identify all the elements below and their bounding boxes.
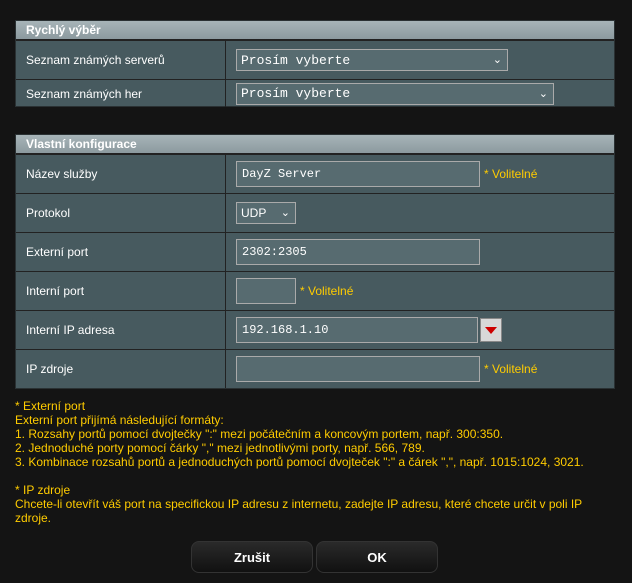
note-ext-line4: 3. Kombinace rozsahů portů a jednoduchýc… xyxy=(15,455,584,469)
note-ip-line1: Chcete-li otevřít váš port na specificko… xyxy=(15,497,582,525)
custom-config-panel: Vlastní konfigurace Název služby DayZ Se… xyxy=(15,134,615,389)
game-list-cell: Prosím vyberte ⌄ xyxy=(226,80,614,107)
source-ip-input[interactable] xyxy=(236,356,480,382)
internal-ip-dropdown-button[interactable] xyxy=(480,318,502,342)
source-ip-row: IP zdroje * Volitelné xyxy=(16,349,614,388)
service-name-hint: * Volitelné xyxy=(484,167,538,181)
cancel-button[interactable]: Zrušit xyxy=(191,541,313,573)
quick-select-panel: Rychlý výběr Seznam známých serverů Pros… xyxy=(15,20,615,107)
service-name-label: Název služby xyxy=(16,155,226,193)
server-list-value: Prosím vyberte xyxy=(241,52,351,68)
service-name-cell: DayZ Server * Volitelné xyxy=(226,155,614,193)
internal-ip-input[interactable]: 192.168.1.10 xyxy=(236,317,478,343)
chevron-down-icon: ⌄ xyxy=(280,206,290,219)
internal-port-hint: * Volitelné xyxy=(300,284,354,298)
internal-port-row: Interní port * Volitelné xyxy=(16,271,614,310)
external-port-row: Externí port 2302:2305 xyxy=(16,232,614,271)
chevron-down-icon: ⌄ xyxy=(538,86,548,100)
internal-ip-label: Interní IP adresa xyxy=(16,311,226,349)
server-list-select[interactable]: Prosím vyberte ⌄ xyxy=(236,49,508,71)
server-list-row: Seznam známých serverů Prosím vyberte ⌄ xyxy=(16,40,614,79)
internal-ip-row: Interní IP adresa 192.168.1.10 xyxy=(16,310,614,349)
quick-select-title: Rychlý výběr xyxy=(16,21,614,40)
note-spacer xyxy=(15,469,615,483)
external-port-label: Externí port xyxy=(16,233,226,271)
triangle-down-icon xyxy=(485,326,497,334)
help-notes: * Externí port Externí port přijímá násl… xyxy=(15,399,615,525)
protocol-label: Protokol xyxy=(16,194,226,232)
external-port-input[interactable]: 2302:2305 xyxy=(236,239,480,265)
internal-ip-cell: 192.168.1.10 xyxy=(226,311,614,349)
source-ip-cell: * Volitelné xyxy=(226,350,614,388)
protocol-select[interactable]: UDP ⌄ xyxy=(236,202,296,224)
custom-config-title: Vlastní konfigurace xyxy=(16,135,614,154)
game-list-row: Seznam známých her Prosím vyberte ⌄ xyxy=(16,79,614,107)
protocol-cell: UDP ⌄ xyxy=(226,194,614,232)
ok-button[interactable]: OK xyxy=(316,541,438,573)
note-ext-line2: 1. Rozsahy portů pomocí dvojtečky ":" me… xyxy=(15,427,504,441)
internal-port-input[interactable] xyxy=(236,278,296,304)
protocol-value: UDP xyxy=(241,206,267,220)
source-ip-label: IP zdroje xyxy=(16,350,226,388)
game-list-select[interactable]: Prosím vyberte ⌄ xyxy=(236,82,554,105)
internal-port-cell: * Volitelné xyxy=(226,272,614,310)
note-ext-line1: Externí port přijímá následující formáty… xyxy=(15,413,224,427)
game-list-value: Prosím vyberte xyxy=(241,86,351,101)
protocol-row: Protokol UDP ⌄ xyxy=(16,193,614,232)
server-list-label: Seznam známých serverů xyxy=(16,41,226,79)
internal-port-label: Interní port xyxy=(16,272,226,310)
server-list-cell: Prosím vyberte ⌄ xyxy=(226,41,614,79)
source-ip-hint: * Volitelné xyxy=(484,362,538,376)
service-name-row: Název služby DayZ Server * Volitelné xyxy=(16,154,614,193)
note-ip-title: * IP zdroje xyxy=(15,483,71,497)
game-list-label: Seznam známých her xyxy=(16,80,226,107)
external-port-cell: 2302:2305 xyxy=(226,233,614,271)
note-ext-line3: 2. Jednoduché porty pomocí čárky "," mez… xyxy=(15,441,425,455)
note-ext-title: * Externí port xyxy=(15,399,86,413)
service-name-input[interactable]: DayZ Server xyxy=(236,161,480,187)
chevron-down-icon: ⌄ xyxy=(492,53,502,66)
